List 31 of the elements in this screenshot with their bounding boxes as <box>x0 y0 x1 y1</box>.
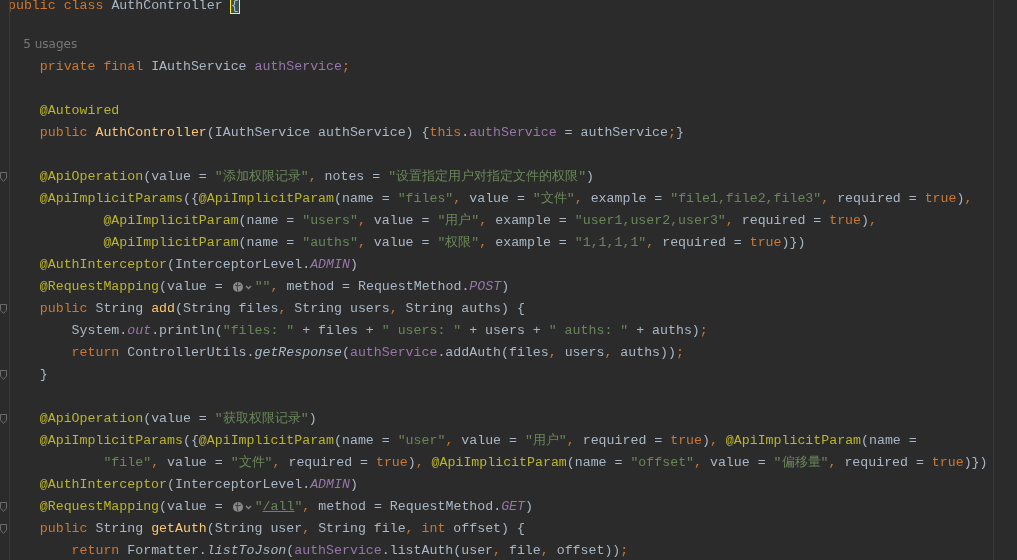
code-text: private final IAuthService authService; <box>38 58 350 77</box>
code-text: return Formatter.listToJson(authService.listAuth(user, file, offset)); <box>70 542 629 560</box>
fold-marker-icon[interactable] <box>0 502 7 512</box>
code-text: @ApiOperation(value = "获取权限记录") <box>38 410 317 429</box>
usage-hint: 5 usages <box>22 36 78 54</box>
code-text: public String add(String files, String users, String auths) { <box>38 300 525 319</box>
code-text: @ApiImplicitParam(name = "auths", value = "权限", example = "1,1,1,1", required = true)}) <box>102 234 806 253</box>
code-text: "/all", method = RequestMethod.GET) <box>254 498 533 517</box>
code-text: return ControllerUtils.getResponse(authService.addAuth(files, users, auths)); <box>70 344 684 363</box>
fold-marker-icon[interactable] <box>0 304 7 314</box>
code-text: System.out.println("files: " + files + " users: " + users + " auths: " + auths); <box>70 322 708 341</box>
code-text: @AuthInterceptor(InterceptorLevel.ADMIN) <box>38 256 358 275</box>
code-text: "file", value = "文件", required = true), @ApiImplicitParam(name = "offset", value = "偏移量", required = true)}) <box>102 454 988 473</box>
code-text: public String getAuth(String user, String file, int offset) { <box>38 520 525 539</box>
code-text: } <box>38 366 48 385</box>
code-text: @ApiOperation(value = "添加权限记录", notes = "设置指定用户对指定文件的权限") <box>38 168 595 187</box>
code-text: @AuthInterceptor(InterceptorLevel.ADMIN) <box>38 476 358 495</box>
code-text: @Autowired <box>38 102 120 121</box>
code-text: @ApiImplicitParam(name = "users", value = "用户", example = "user1,user2,user3", required = true), <box>102 212 877 231</box>
code-text: public AuthController(IAuthService authService) {this.authService = authService;} <box>38 124 684 143</box>
fold-marker-icon[interactable] <box>0 172 7 182</box>
fold-marker-icon[interactable] <box>0 524 7 534</box>
fold-marker-icon[interactable] <box>0 414 7 424</box>
code-text: "", method = RequestMethod.POST) <box>254 278 510 297</box>
globe-icon[interactable] <box>231 501 254 513</box>
fold-marker-icon[interactable] <box>0 370 7 380</box>
globe-icon[interactable] <box>231 281 254 293</box>
code-text: @ApiImplicitParams({@ApiImplicitParam(name = "user", value = "用户", required = true), @ApiImplicitParam(name = <box>38 432 917 451</box>
code-text: @RequestMapping(value = <box>38 498 224 517</box>
code-text: @ApiImplicitParams({@ApiImplicitParam(name = "files", value = "文件", example = "file1,file2,file3", required = true), <box>38 190 973 209</box>
code-text: @RequestMapping(value = <box>38 278 224 297</box>
